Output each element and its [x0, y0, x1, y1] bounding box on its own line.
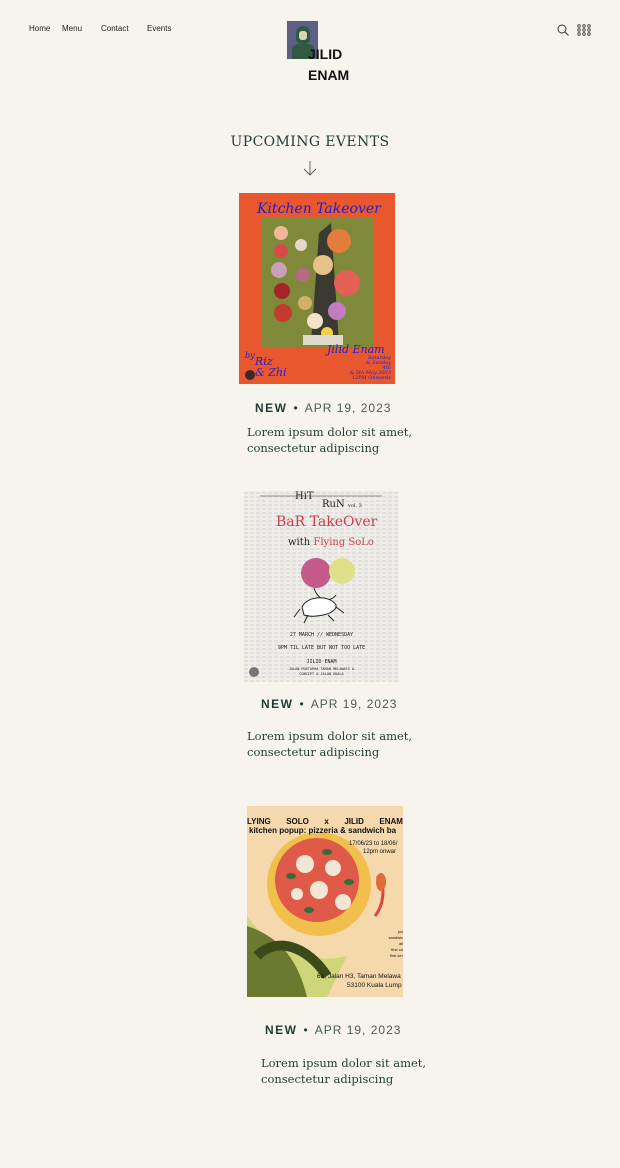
poster-address-2: 53100 Kuala Lump	[347, 982, 402, 989]
grid-menu-icon[interactable]	[577, 24, 591, 36]
event-description: Lorem ipsum dolor sit amet, consectetur …	[261, 1056, 427, 1086]
brand-line-1: JILID	[308, 46, 343, 62]
poster-volume: vol. 3	[348, 503, 362, 509]
search-icon[interactable]	[557, 24, 569, 36]
poster-venue: JILID ENAM	[306, 659, 337, 665]
poster-address-1: JALAN MUSTAPHA TAMAN MELAWATI &	[288, 667, 355, 671]
poster-time-line: 9PM TIL LATE BUT NOT TOO LATE	[277, 645, 366, 651]
event-meta: NEW • APR 19, 2023	[261, 697, 397, 711]
new-badge: NEW	[255, 401, 288, 415]
nav-contact-link[interactable]: Contact	[101, 24, 129, 33]
poster-with-line: with Flying SoLo	[288, 537, 374, 548]
poster-word-2: SOLO	[286, 817, 309, 826]
event-date: APR 19, 2023	[314, 1023, 402, 1037]
poster-series: HiT	[295, 491, 314, 502]
poster-time: 12pm onwar	[363, 849, 397, 855]
poster-date-line: 27 MARCH // WEDNESDAY	[289, 632, 354, 638]
nav-home-link[interactable]: Home	[29, 24, 50, 33]
poster-address-2: CONCEPT & JALAN KUALA	[299, 672, 344, 676]
event-poster-kitchen-popup[interactable]: LYING SOLO x JILID ENAM kitchen popup: p…	[247, 806, 403, 997]
event-poster-kitchen-takeover[interactable]: Kitchen Takeover by Riz & Zhi Jilid Enam…	[239, 193, 395, 384]
logo-figure-face	[299, 31, 307, 40]
separator-dot: •	[293, 401, 299, 415]
poster-title: Kitchen Takeover	[257, 201, 381, 217]
poster-series-word-1: HiT	[295, 491, 314, 502]
event-description: Lorem ipsum dolor sit amet, consectetur …	[247, 425, 413, 455]
poster-word-4: JILID	[344, 817, 364, 826]
poster-side-5: first ser	[389, 953, 403, 958]
poster-headline: LYING SOLO x JILID ENAM	[247, 817, 403, 826]
poster-address-1: 6a, Jalan H3, Taman Melawa	[317, 973, 401, 980]
brand-name[interactable]: JILID ENAM	[308, 44, 349, 86]
section-title: UPCOMING EVENTS	[230, 134, 390, 150]
nav-menu-link[interactable]: Menu	[62, 24, 82, 33]
arrow-down-icon	[303, 161, 317, 176]
poster-series-word-2: RuN	[322, 499, 345, 510]
poster-detail-5: 12PM Onwards	[351, 375, 391, 381]
poster-word-5: ENAM	[379, 817, 403, 826]
poster-chefs-line-2: & Zhi	[255, 366, 287, 379]
event-meta: NEW • APR 19, 2023	[265, 1023, 401, 1037]
brand-line-2: ENAM	[308, 67, 350, 83]
poster-guest: Flying SoLo	[313, 537, 374, 548]
event-poster-bar-takeover[interactable]: HiT RuN vol. 3 BaR TakeOver with Flying …	[244, 491, 399, 682]
nav-events-link[interactable]: Events	[147, 24, 171, 33]
new-badge: NEW	[265, 1023, 298, 1037]
poster-details: Saturday & Sunday 4th & 5th May 2023 12P…	[350, 356, 391, 381]
poster-side-text: piz sandwic all first co first ser	[367, 929, 403, 959]
poster-by: by	[245, 351, 255, 360]
poster-dates: 17/06/23 to 18/06/	[349, 841, 398, 847]
separator-dot: •	[303, 1023, 309, 1037]
new-badge: NEW	[261, 697, 294, 711]
poster-title: BaR TakeOver	[276, 514, 378, 530]
poster-word-1: LYING	[247, 817, 271, 826]
event-meta: NEW • APR 19, 2023	[255, 401, 391, 415]
event-date: APR 19, 2023	[310, 697, 398, 711]
event-date: APR 19, 2023	[304, 401, 392, 415]
event-description: Lorem ipsum dolor sit amet, consectetur …	[247, 729, 413, 759]
separator-dot: •	[299, 697, 305, 711]
poster-with: with	[288, 537, 311, 548]
poster-word-3: x	[324, 817, 329, 826]
poster-subtitle: kitchen popup: pizzeria & sandwich ba	[249, 826, 397, 835]
